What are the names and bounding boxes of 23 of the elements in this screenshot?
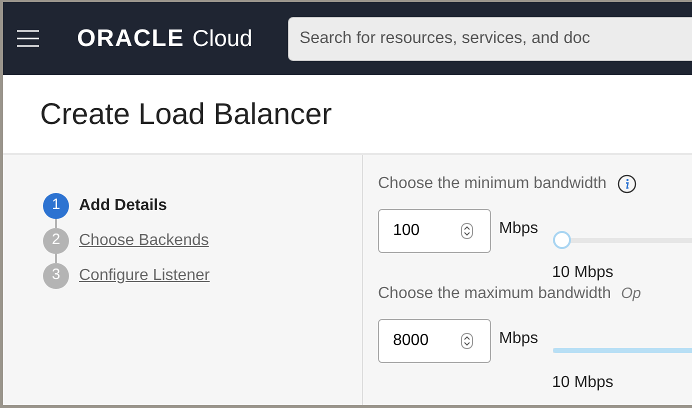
- number-field[interactable]: 8000: [378, 319, 491, 363]
- unit-label: Mbps: [499, 219, 538, 239]
- slider-thumb[interactable]: [553, 231, 572, 249]
- slider-reading: 10 Mbps: [552, 264, 614, 281]
- step-link[interactable]: Configure Listener: [79, 264, 210, 288]
- search-field[interactable]: Search for resources, services, and doc: [288, 16, 692, 60]
- spinner-icon[interactable]: [461, 223, 473, 239]
- slider-reading: 10 Mbps: [552, 374, 614, 391]
- page-title: Create Load Balancer: [40, 96, 332, 132]
- step-number: 1: [43, 192, 69, 218]
- unit-label: Mbps: [499, 329, 538, 349]
- step-number: 2: [43, 228, 69, 254]
- current-step: Add Details: [79, 194, 168, 218]
- optional-note: Op: [621, 284, 642, 304]
- logo[interactable]: ORACLE Cloud: [77, 20, 252, 56]
- info-icon[interactable]: [616, 174, 637, 194]
- step-number: 3: [43, 262, 69, 288]
- field-label: Choose the maximum bandwidth: [378, 284, 612, 304]
- step-link[interactable]: Choose Backends: [79, 228, 209, 252]
- menu-icon[interactable]: [17, 30, 39, 47]
- number-field[interactable]: 100: [378, 209, 491, 253]
- field-label: Choose the minimum bandwidth: [378, 174, 607, 194]
- spinner-icon[interactable]: [461, 333, 473, 349]
